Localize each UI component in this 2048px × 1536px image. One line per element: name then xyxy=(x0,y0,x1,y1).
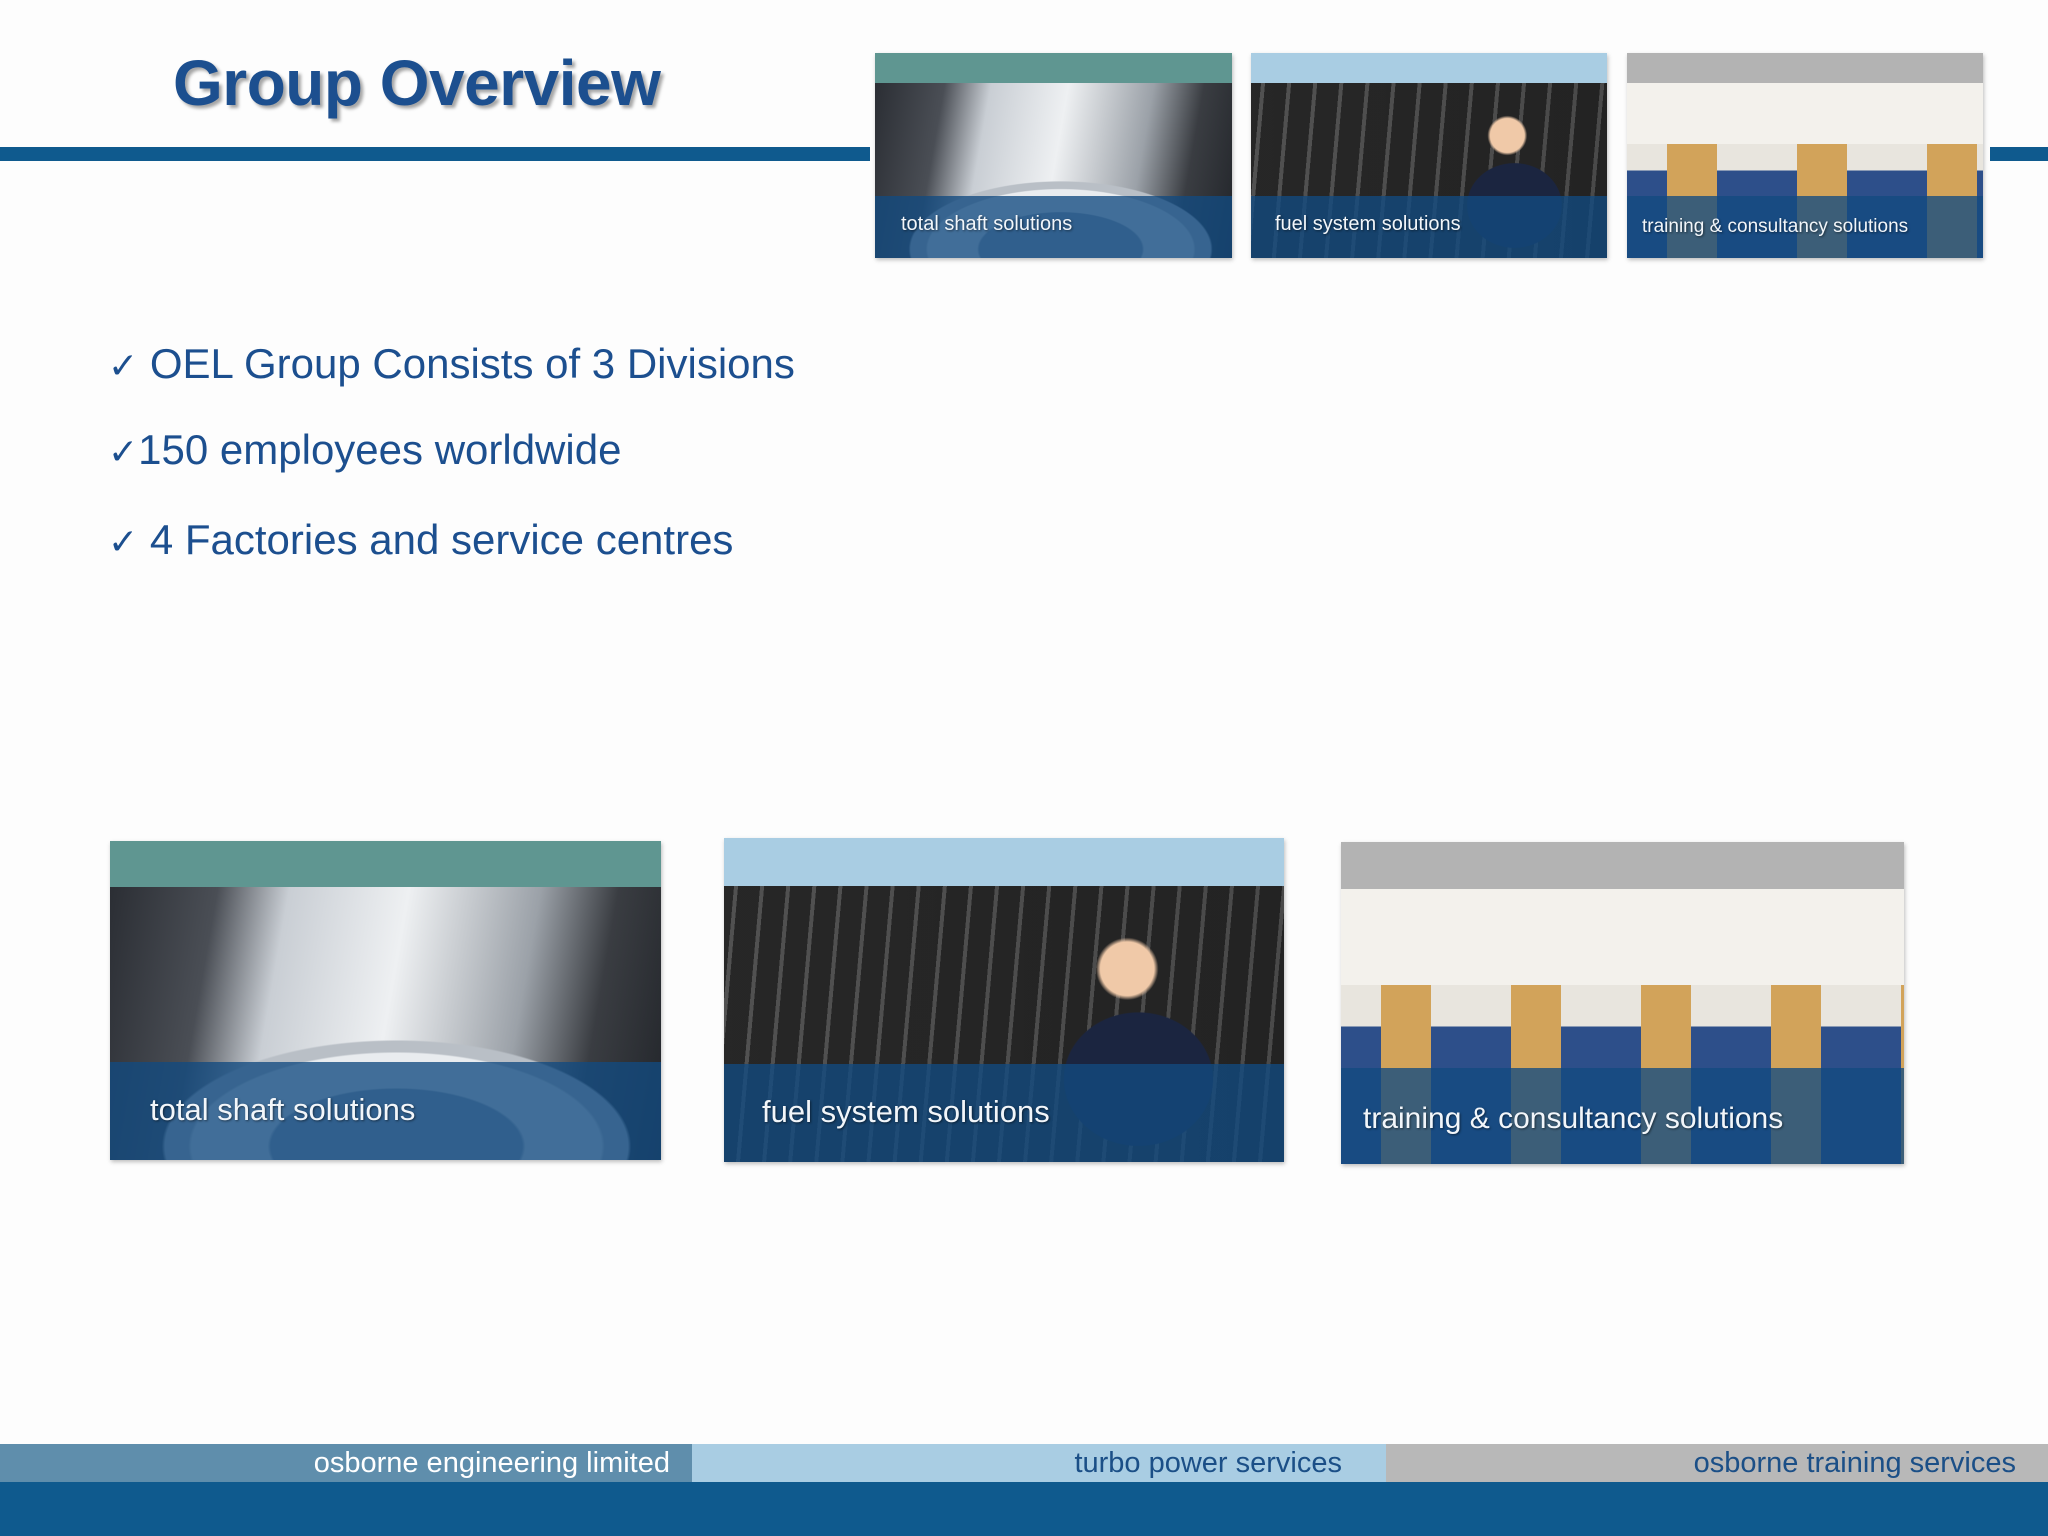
division-tile-training: training & consultancy solutions xyxy=(1341,842,1904,1164)
header-tile-fuel: fuel system solutions xyxy=(1251,53,1607,258)
check-icon: ✓ xyxy=(108,346,139,387)
check-icon: ✓ xyxy=(108,522,139,563)
bullet-text: 150 employees worldwide xyxy=(138,426,622,473)
division-tile-shaft-caption: total shaft solutions xyxy=(150,1092,416,1127)
footer-bar xyxy=(0,1482,2048,1536)
check-icon: ✓ xyxy=(108,432,139,473)
header-tile-fuel-caption: fuel system solutions xyxy=(1275,213,1461,235)
division-tile-fuel: fuel system solutions xyxy=(724,838,1284,1162)
bullet-item: ✓ OEL Group Consists of 3 Divisions xyxy=(108,340,795,388)
header-tile-shaft: total shaft solutions xyxy=(875,53,1232,258)
bullet-item: ✓ 4 Factories and service centres xyxy=(108,516,733,564)
slide-title: Group Overview xyxy=(173,47,661,119)
footer-segment-ots: osborne training services xyxy=(1386,1444,2048,1482)
header-tile-training: training & consultancy solutions xyxy=(1627,53,1983,258)
title-rule-left xyxy=(0,147,870,161)
header-tile-training-caption: training & consultancy solutions xyxy=(1642,216,1909,237)
bullet-text: 4 Factories and service centres xyxy=(138,516,734,563)
footer-segment-tps: turbo power services xyxy=(692,1444,1386,1482)
division-tile-fuel-caption: fuel system solutions xyxy=(762,1094,1050,1129)
division-tile-training-caption: training & consultancy solutions xyxy=(1363,1102,1784,1135)
footer: osborne engineering limited turbo power … xyxy=(0,1444,2048,1536)
division-tile-shaft: total shaft solutions xyxy=(110,841,661,1160)
footer-segment-oel: osborne engineering limited xyxy=(0,1444,692,1482)
title-rule-right xyxy=(1990,147,2048,161)
bullet-item: ✓150 employees worldwide xyxy=(108,426,621,474)
bullet-text: OEL Group Consists of 3 Divisions xyxy=(138,340,795,387)
header-tile-shaft-caption: total shaft solutions xyxy=(901,213,1073,235)
